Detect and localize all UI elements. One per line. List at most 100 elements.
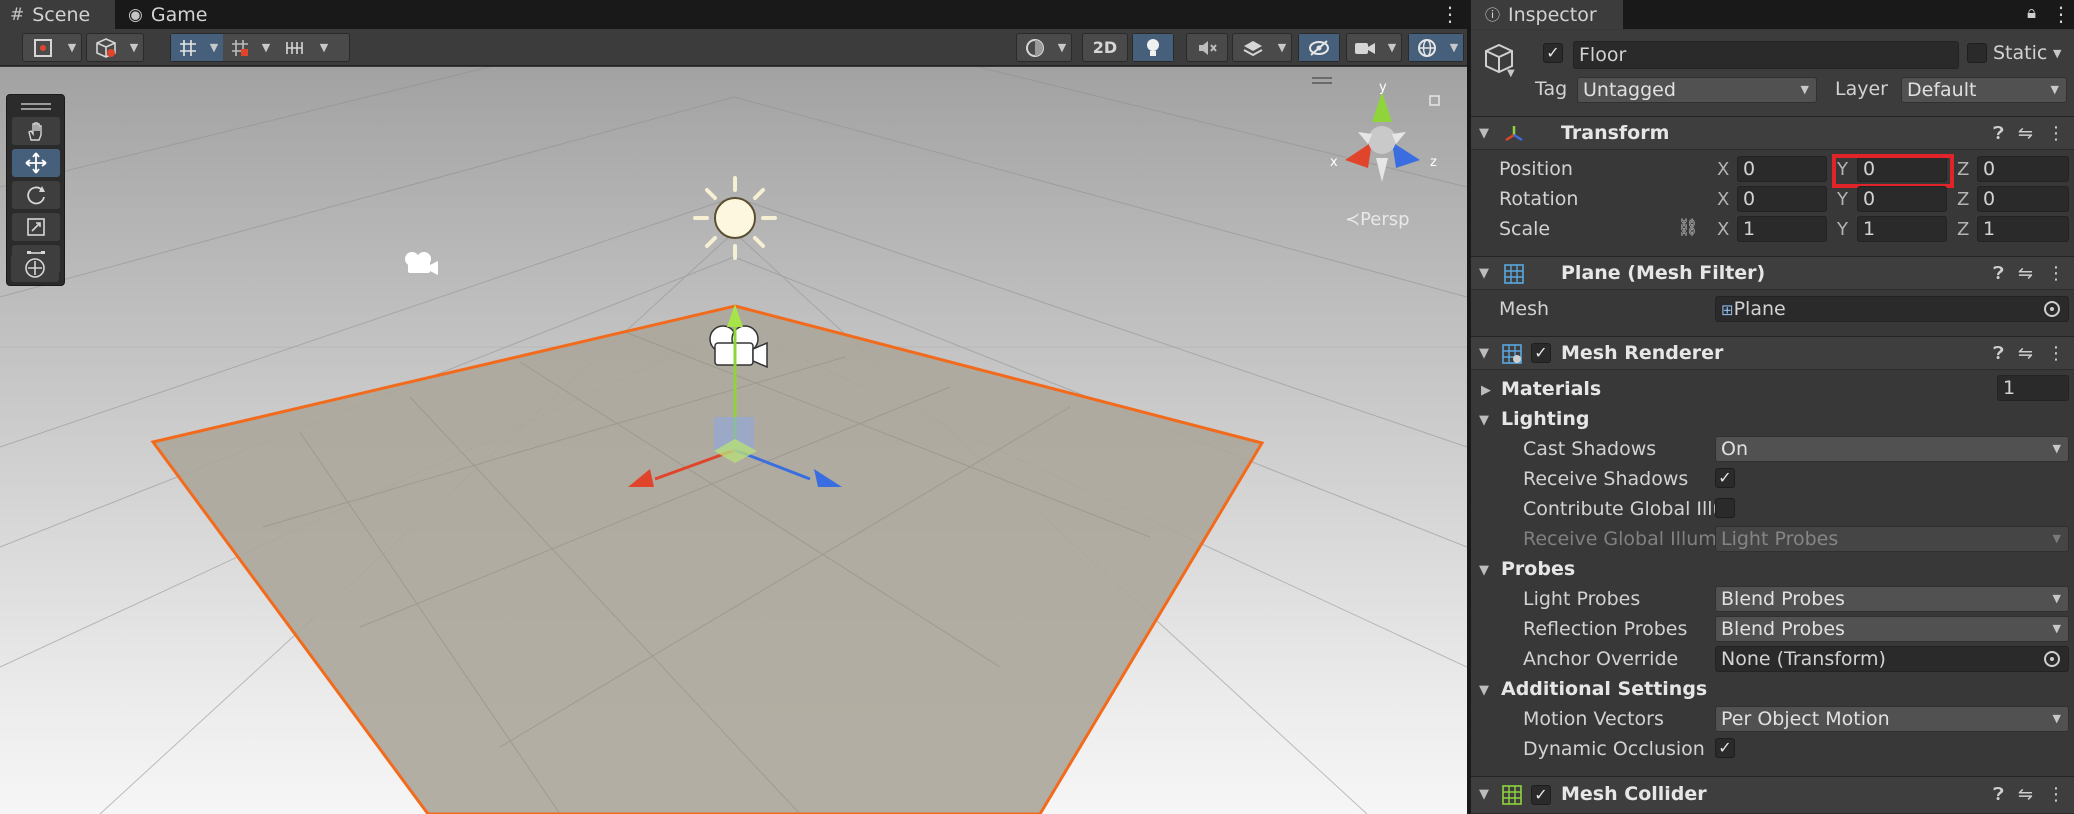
- foldout-arrow-icon[interactable]: ▼: [1479, 266, 1489, 281]
- transform-tool-button[interactable]: [11, 254, 59, 282]
- presets-sliders-icon[interactable]: ⇋: [2018, 784, 2033, 805]
- foldout-arrow-icon[interactable]: ▼: [1479, 126, 1489, 141]
- component-menu-icon[interactable]: ⋮: [2047, 123, 2065, 144]
- orientation-gizmo[interactable]: y x z: [1320, 82, 1450, 202]
- chevron-down-icon[interactable]: ▼: [1507, 68, 1515, 79]
- tab-scene[interactable]: # Scene: [0, 0, 115, 29]
- mesh-collider-enabled-checkbox[interactable]: ✓: [1531, 785, 1551, 805]
- receive-shadows-checkbox[interactable]: ✓: [1715, 468, 1735, 488]
- cast-shadows-dropdown[interactable]: On ▼: [1715, 436, 2069, 462]
- probes-label[interactable]: Probes: [1501, 558, 1575, 580]
- mesh-collider-header[interactable]: ▼ ✓ Mesh Collider ❓︎ ⇋ ⋮: [1471, 776, 2074, 814]
- scene-viewport[interactable]: y x z: [0, 67, 1467, 814]
- transform-title: Transform: [1561, 122, 1670, 144]
- snap-increment-icon[interactable]: [223, 34, 257, 61]
- hand-tool-button[interactable]: [12, 117, 60, 145]
- foldout-collapsed-icon[interactable]: ▶: [1481, 383, 1491, 398]
- object-picker-icon[interactable]: [2044, 301, 2060, 317]
- motion-vectors-dropdown[interactable]: Per Object Motion ▼: [1715, 706, 2069, 732]
- palette-grip[interactable]: [21, 108, 51, 110]
- component-menu-icon[interactable]: ⋮: [2047, 263, 2065, 284]
- dynamic-occlusion-checkbox[interactable]: ✓: [1715, 738, 1735, 758]
- mode-2d-button[interactable]: 2D: [1082, 33, 1128, 62]
- move-tool-button[interactable]: [12, 149, 60, 177]
- light-probes-dropdown[interactable]: Blend Probes ▼: [1715, 586, 2069, 612]
- object-name-field[interactable]: Floor: [1573, 41, 1959, 69]
- shading-mode-dropdown[interactable]: ▼: [1016, 33, 1072, 62]
- scale-z-field[interactable]: 1: [1977, 216, 2069, 242]
- rotate-icon: [27, 186, 45, 205]
- scale-y-field[interactable]: 1: [1857, 216, 1947, 242]
- camera-settings-dropdown[interactable]: ▼: [1346, 33, 1402, 62]
- help-icon[interactable]: ❓︎: [1993, 123, 2004, 144]
- contribute-gi-checkbox[interactable]: [1715, 498, 1735, 518]
- help-icon[interactable]: ❓︎: [1993, 784, 2004, 805]
- constrain-proportions-link-icon[interactable]: ⛓: [1677, 218, 1699, 238]
- mesh-object-field[interactable]: ⊞Plane: [1715, 296, 2069, 322]
- mesh-label: Mesh: [1499, 298, 1550, 320]
- object-picker-icon[interactable]: [2044, 651, 2060, 667]
- reflection-probes-dropdown[interactable]: Blend Probes ▼: [1715, 616, 2069, 642]
- mesh-renderer-header[interactable]: ▼ ✓ Mesh Renderer ❓︎ ⇋ ⋮: [1471, 336, 2074, 370]
- tag-dropdown[interactable]: Untagged ▼: [1577, 77, 1817, 103]
- overlay-menu-icon[interactable]: [1310, 76, 1334, 86]
- chevron-down-icon[interactable]: ▼: [205, 34, 223, 61]
- component-header-icons: ❓︎ ⇋ ⋮: [1993, 343, 2065, 364]
- presets-sliders-icon[interactable]: ⇋: [2018, 343, 2033, 364]
- materials-size-field[interactable]: 1: [1997, 375, 2069, 401]
- presets-sliders-icon[interactable]: ⇋: [2018, 263, 2033, 284]
- foldout-arrow-icon[interactable]: ▼: [1479, 413, 1489, 428]
- lock-icon[interactable]: 🔒︎: [2027, 3, 2036, 23]
- help-icon[interactable]: ❓︎: [1993, 263, 2004, 284]
- layer-dropdown[interactable]: Default ▼: [1901, 77, 2067, 103]
- rotate-tool-button[interactable]: [12, 181, 60, 209]
- audio-toggle[interactable]: [1186, 33, 1228, 62]
- tab-game[interactable]: ◉ Game: [128, 0, 228, 29]
- position-x-field[interactable]: 0: [1737, 156, 1827, 182]
- static-checkbox[interactable]: [1967, 43, 1987, 63]
- position-z-field[interactable]: 0: [1977, 156, 2069, 182]
- position-y-highlight: [1832, 154, 1954, 188]
- inspector-more-menu-icon[interactable]: ⋮: [2051, 3, 2071, 25]
- rotation-x-field[interactable]: 0: [1737, 186, 1827, 212]
- rotation-y-field[interactable]: 0: [1857, 186, 1947, 212]
- mesh-filter-header[interactable]: ▼ Plane (Mesh Filter) ❓︎ ⇋ ⋮: [1471, 256, 2074, 290]
- projection-toggle[interactable]: ≺Persp: [1345, 209, 1410, 230]
- scale-x-field[interactable]: 1: [1737, 216, 1827, 242]
- lighting-label[interactable]: Lighting: [1501, 408, 1589, 430]
- help-icon[interactable]: ❓︎: [1993, 343, 2004, 364]
- draw-mode-dropdown[interactable]: ▼: [22, 33, 82, 62]
- materials-label[interactable]: Materials: [1501, 378, 1601, 400]
- component-menu-icon[interactable]: ⋮: [2047, 343, 2065, 364]
- scale-tool-button[interactable]: [12, 213, 60, 241]
- foldout-arrow-icon[interactable]: ▼: [1479, 563, 1489, 578]
- chevron-down-icon[interactable]: ▼: [315, 34, 333, 61]
- foldout-arrow-icon[interactable]: ▼: [1479, 683, 1489, 698]
- palette-grip[interactable]: [21, 103, 51, 105]
- effects-dropdown[interactable]: ▼: [1232, 33, 1292, 62]
- grid-toggle-icon[interactable]: [171, 34, 205, 61]
- transform-header[interactable]: ▼ Transform ❓︎ ⇋ ⋮: [1471, 116, 2074, 150]
- anchor-override-field[interactable]: None (Transform): [1715, 646, 2069, 672]
- grid-plane-icon[interactable]: [275, 34, 315, 61]
- chevron-down-icon[interactable]: ▼: [257, 34, 275, 61]
- scene-more-menu-icon[interactable]: ⋮: [1440, 3, 1460, 25]
- dynamic-occlusion-label: Dynamic Occlusion: [1523, 738, 1705, 760]
- directional-light-icon[interactable]: [693, 176, 777, 260]
- lighting-toggle[interactable]: [1132, 33, 1174, 62]
- foldout-arrow-icon[interactable]: ▼: [1479, 346, 1489, 361]
- additional-settings-label[interactable]: Additional Settings: [1501, 678, 1707, 700]
- scene-visibility-toggle[interactable]: [1298, 33, 1340, 62]
- component-menu-icon[interactable]: ⋮: [2047, 784, 2065, 805]
- mesh-renderer-enabled-checkbox[interactable]: ✓: [1531, 343, 1551, 363]
- chevron-down-icon[interactable]: ▼: [2053, 47, 2061, 60]
- tab-inspector[interactable]: ⓘ Inspector: [1471, 0, 1623, 29]
- rotation-z-field[interactable]: 0: [1977, 186, 2069, 212]
- axis-x-label: X: [1717, 219, 1730, 240]
- render-mode-dropdown[interactable]: ▼: [86, 33, 144, 62]
- presets-sliders-icon[interactable]: ⇋: [2018, 123, 2033, 144]
- active-checkbox[interactable]: ✓: [1543, 43, 1563, 63]
- gizmos-dropdown[interactable]: ▼: [1408, 33, 1464, 62]
- cast-shadows-value: On: [1721, 438, 1748, 460]
- foldout-arrow-icon[interactable]: ▼: [1479, 787, 1489, 802]
